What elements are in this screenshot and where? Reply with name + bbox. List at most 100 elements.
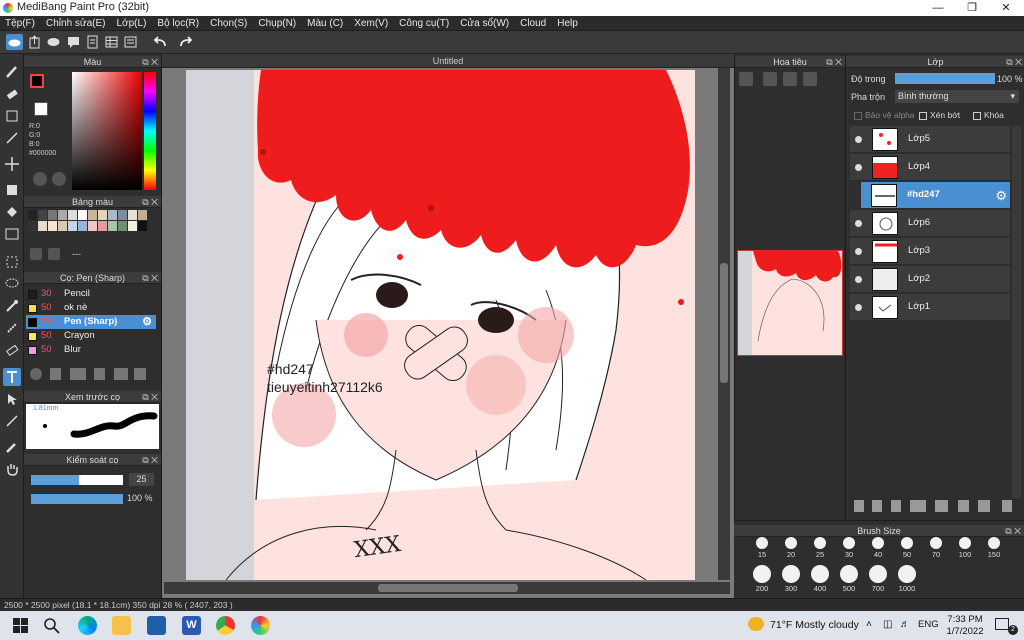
chat-icon[interactable] — [65, 34, 82, 50]
upload-icon[interactable] — [26, 34, 43, 50]
brush-size-dot[interactable] — [959, 537, 971, 549]
brush-opacity-slider[interactable] — [31, 494, 123, 504]
zoom-out-icon[interactable] — [803, 72, 817, 86]
network-icon[interactable]: ◫ — [883, 619, 892, 630]
brush-size-dot[interactable] — [898, 565, 916, 583]
layer-settings-gear-icon[interactable]: ⚙ — [995, 188, 1007, 204]
drawing-canvas[interactable]: #hd247 tieuyeitinh27112k6 XXX — [186, 70, 695, 580]
eyedropper-icon[interactable] — [3, 438, 21, 456]
brush-size-value[interactable]: 25 — [129, 473, 154, 486]
folder-icon[interactable] — [935, 500, 948, 512]
select-tool-icon[interactable] — [3, 253, 21, 271]
brush-item-pen-sharp[interactable]: 25 Pen (Sharp) ⚙ — [26, 315, 156, 329]
layer-item[interactable]: #hd247 ⚙ — [861, 182, 1010, 209]
notifications-icon[interactable] — [995, 618, 1009, 630]
magic-wand-icon[interactable] — [3, 297, 21, 315]
layer-item[interactable]: Lớp6 — [850, 210, 1010, 237]
brush-menu-icon[interactable] — [70, 368, 86, 380]
cloud-icon[interactable] — [6, 34, 23, 50]
layer-item[interactable]: Lớp4 — [850, 154, 1010, 181]
line-tool-icon[interactable] — [3, 129, 21, 147]
brush-item-pencil[interactable]: 30 Pencil — [26, 287, 156, 301]
zoom-in-plus-icon[interactable] — [763, 72, 777, 86]
eraser-tool-icon[interactable] — [3, 85, 21, 103]
panel-buttons-icon[interactable]: ⧉ ✕ — [1005, 525, 1021, 537]
color-saturation-picker[interactable] — [72, 72, 142, 190]
fill-tool-icon[interactable] — [3, 203, 21, 221]
brush-copy-icon[interactable] — [134, 368, 146, 380]
document-icon[interactable] — [84, 34, 101, 50]
blend-mode-select[interactable]: Bình thường ▾ — [895, 90, 1019, 103]
delete-palette-icon[interactable] — [48, 248, 60, 260]
layer-scrollbar[interactable] — [1012, 126, 1021, 498]
menu-view[interactable]: Xem(V) — [349, 16, 394, 31]
brush-item-blur[interactable]: 50 Blur — [26, 343, 156, 357]
eye-icon[interactable] — [855, 220, 862, 227]
panel-buttons-icon[interactable]: ⧉ ✕ — [1006, 56, 1022, 68]
layer-item[interactable]: Lớp1 — [850, 294, 1010, 321]
menu-select[interactable]: Chọn(S) — [205, 16, 253, 31]
brush-size-dot[interactable] — [753, 565, 771, 583]
close-button[interactable]: ✕ — [989, 0, 1023, 16]
menu-filter[interactable]: Bộ lọc(R) — [152, 16, 205, 31]
menu-tools[interactable]: Công cụ(T) — [394, 16, 455, 31]
store-icon[interactable] — [147, 616, 166, 635]
color-mix-icon[interactable] — [52, 172, 66, 186]
divide-tool-icon[interactable] — [3, 412, 21, 430]
windows-start-icon[interactable] — [11, 616, 30, 635]
panel-buttons-icon[interactable]: ⧉ ✕ — [826, 56, 842, 68]
brush-size-dot[interactable] — [814, 537, 826, 549]
operation-tool-icon[interactable] — [3, 390, 21, 408]
merge-layer-icon[interactable] — [978, 500, 990, 512]
comment-icon[interactable] — [45, 34, 62, 50]
chevron-up-icon[interactable]: ˄ — [866, 619, 872, 630]
brush-size-dot[interactable] — [988, 537, 1000, 549]
select-pen-icon[interactable] — [3, 319, 21, 337]
new-brush-icon[interactable] — [50, 368, 61, 380]
panel-buttons-icon[interactable]: ⧉ ✕ — [142, 391, 158, 403]
menu-color[interactable]: Màu (C) — [302, 16, 349, 31]
brush-size-dot[interactable] — [785, 537, 797, 549]
brush-size-slider[interactable] — [31, 475, 123, 485]
brush-size-dot[interactable] — [782, 565, 800, 583]
color-wheel-icon[interactable] — [33, 172, 47, 186]
brush-tool-icon[interactable] — [3, 63, 21, 81]
brush-size-dot[interactable] — [843, 537, 855, 549]
shape-tool-icon[interactable] — [3, 181, 21, 199]
settings-gear-icon[interactable]: ⚙ — [142, 315, 152, 329]
menu-cloud[interactable]: Cloud — [515, 16, 552, 31]
minimize-button[interactable]: — — [921, 0, 955, 16]
foreground-color-swatch[interactable] — [30, 74, 44, 88]
protect-alpha-checkbox[interactable] — [854, 112, 862, 120]
brush-size-dot[interactable] — [840, 565, 858, 583]
eye-icon[interactable] — [855, 248, 862, 255]
layer-opacity-slider[interactable] — [895, 73, 995, 84]
new-halftone-layer-icon[interactable] — [872, 500, 882, 512]
clock[interactable]: 7:33 PM 1/7/2022 — [946, 614, 984, 638]
menu-file[interactable]: Tệp(F) — [0, 16, 41, 31]
brush-folder-icon[interactable] — [114, 368, 128, 380]
select-eraser-icon[interactable] — [3, 341, 21, 359]
add-palette-icon[interactable] — [30, 248, 42, 260]
weather-text[interactable]: 71°F Mostly cloudy — [770, 619, 859, 631]
brush-item-ok-ne[interactable]: 50 ok nè — [26, 301, 156, 315]
brush-settings-icon[interactable] — [94, 368, 105, 380]
menu-snap[interactable]: Chụp(N) — [253, 16, 302, 31]
menu-help[interactable]: Help — [552, 16, 584, 31]
edge-browser-icon[interactable] — [78, 616, 97, 635]
background-color-swatch[interactable] — [34, 102, 48, 116]
search-icon[interactable] — [42, 616, 61, 635]
brush-size-dot[interactable] — [869, 565, 887, 583]
brush-size-dot[interactable] — [811, 565, 829, 583]
palette-swatches[interactable] — [28, 210, 148, 242]
dot-tool-icon[interactable] — [3, 107, 21, 125]
eye-icon[interactable] — [855, 136, 862, 143]
brush-size-dot[interactable] — [930, 537, 942, 549]
gradient-tool-icon[interactable] — [3, 225, 21, 243]
lock-checkbox[interactable] — [973, 112, 981, 120]
brush-size-dot[interactable] — [901, 537, 913, 549]
medibang-taskbar-icon[interactable] — [251, 616, 270, 635]
menu-edit[interactable]: Chỉnh sửa(E) — [41, 16, 112, 31]
fit-screen-icon[interactable] — [783, 72, 797, 86]
brush-item-crayon[interactable]: 50 Crayon — [26, 329, 156, 343]
